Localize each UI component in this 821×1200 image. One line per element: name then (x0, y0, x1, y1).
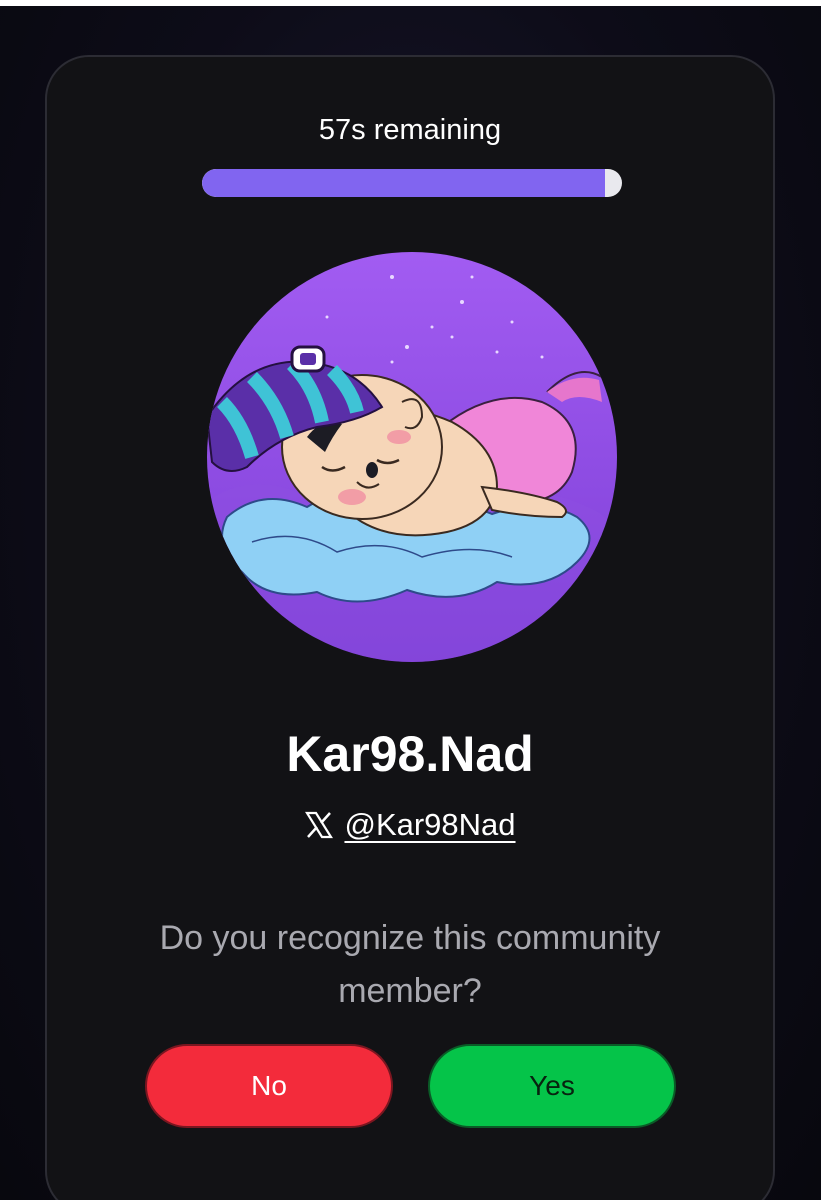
top-edge (0, 0, 821, 6)
no-button[interactable]: No (145, 1044, 393, 1128)
recognition-question: Do you recognize this community member? (159, 919, 661, 1010)
profile-avatar (207, 252, 617, 662)
verification-card: 57s remaining Kar98.Nad @Kar98Nad Do you… (45, 55, 775, 1200)
x-logo-icon (304, 810, 334, 840)
yes-button[interactable]: Yes (428, 1044, 676, 1128)
countdown-text: 57s remaining (318, 114, 502, 146)
x-handle-link[interactable]: @Kar98Nad (344, 807, 515, 843)
x-handle-row: @Kar98Nad (47, 807, 773, 843)
sleeping-baby-avatar-icon (207, 252, 617, 662)
member-name: Kar98.Nad (286, 726, 534, 782)
countdown-progress-bar (202, 169, 622, 197)
countdown-progress-fill (202, 169, 606, 197)
